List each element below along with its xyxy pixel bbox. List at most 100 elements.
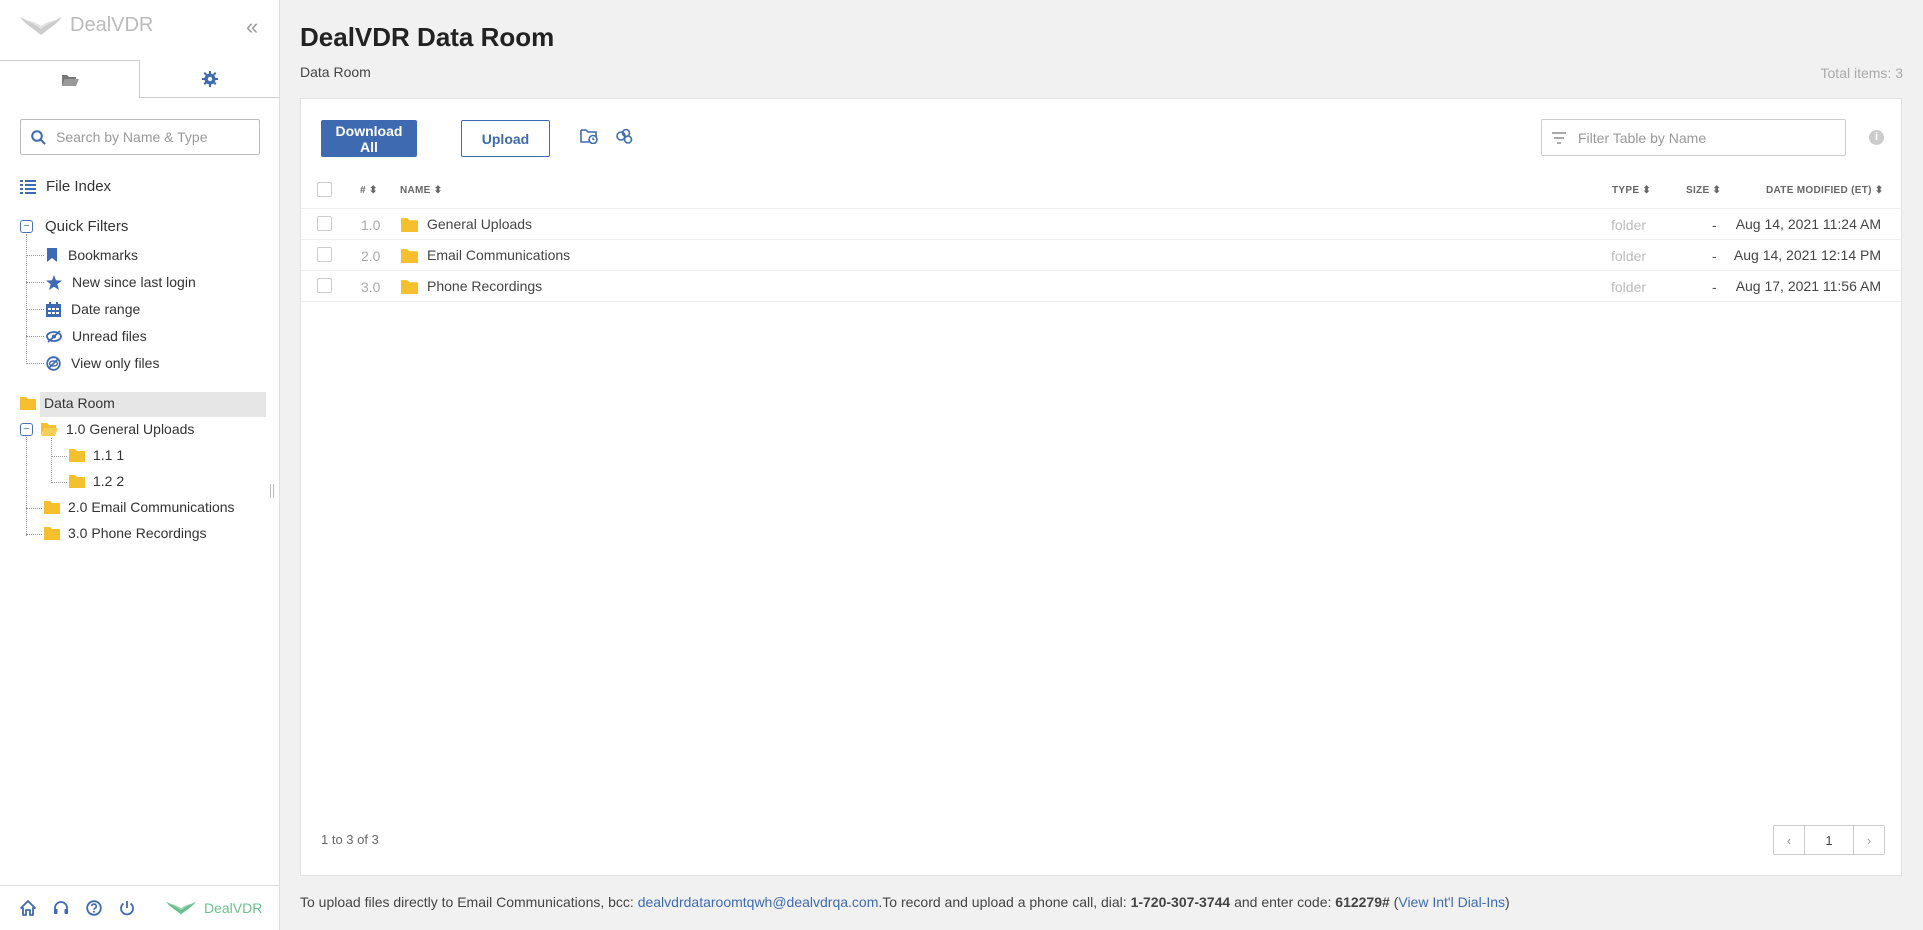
row-size: - (1712, 248, 1717, 264)
tree-item-phone-recordings[interactable]: 3.0 Phone Recordings (44, 525, 207, 541)
wings-logo-icon (166, 901, 196, 915)
headset-icon[interactable] (53, 900, 69, 916)
phone-number: 1-720-307-3744 (1130, 894, 1231, 910)
search-input[interactable] (54, 128, 244, 146)
pagination: ‹ 1 › (1773, 825, 1885, 855)
table-filter[interactable] (1541, 119, 1846, 156)
tree-item-email-communications[interactable]: 2.0 Email Communications (44, 499, 235, 515)
column-type[interactable]: TYPE ⬍ (1612, 185, 1651, 196)
row-number: 3.0 (361, 279, 381, 295)
tree-connector (26, 508, 42, 509)
sidebar-tabs (0, 60, 280, 98)
quick-filter-new-since-login[interactable]: New since last login (26, 271, 196, 293)
download-all-button[interactable]: Download All (321, 120, 417, 157)
filter-input[interactable] (1576, 128, 1836, 147)
tree-connector (51, 482, 67, 483)
share-link-icon[interactable] (615, 128, 633, 148)
folder-icon (44, 501, 60, 514)
note-text: .To record and upload a phone call, dial… (878, 894, 1131, 910)
filter-icon (1552, 131, 1566, 144)
table-row[interactable]: 2.0 Email Communications folder - Aug 14… (301, 240, 1901, 271)
column-label: DATE MODIFIED (ET) (1766, 185, 1872, 196)
row-number: 2.0 (361, 248, 381, 264)
bookmark-icon (47, 248, 57, 262)
sidebar-search[interactable] (20, 119, 260, 155)
gear-icon (202, 70, 218, 87)
quick-filter-view-only-files[interactable]: View only files (26, 352, 159, 374)
table-row[interactable]: 1.0 General Uploads folder - Aug 14, 202… (301, 209, 1901, 240)
folder-icon (401, 280, 418, 294)
sidebar-footer: DealVDR (0, 885, 280, 930)
eye-slash-icon (46, 329, 62, 343)
collapse-minus-icon[interactable]: − (20, 220, 33, 233)
folder-icon (69, 475, 85, 488)
tree-item-1-2[interactable]: 1.2 2 (69, 473, 124, 489)
upload-button[interactable]: Upload (461, 120, 550, 157)
quick-filter-unread-files[interactable]: Unread files (26, 325, 147, 347)
quick-filter-label: View only files (71, 355, 160, 371)
table-header: # ⬍ NAME ⬍ TYPE ⬍ SIZE ⬍ DATE MODIFIED (… (301, 171, 1901, 209)
quick-filter-bookmarks[interactable]: Bookmarks (26, 244, 138, 266)
tree-connector (26, 434, 27, 536)
row-name[interactable]: General Uploads (427, 216, 532, 232)
row-date: Aug 14, 2021 11:24 AM (1735, 216, 1881, 232)
prev-page-button[interactable]: ‹ (1774, 826, 1804, 854)
total-items: Total items: 3 (1820, 65, 1903, 81)
row-date: Aug 17, 2021 11:56 AM (1735, 278, 1881, 294)
column-size[interactable]: SIZE ⬍ (1686, 185, 1721, 196)
help-icon[interactable] (86, 900, 102, 916)
view-only-icon (46, 355, 61, 371)
tab-folders[interactable] (0, 60, 140, 98)
folder-icon (401, 218, 418, 232)
column-name[interactable]: NAME ⬍ (400, 185, 442, 196)
collapse-sidebar-icon[interactable]: « (246, 14, 258, 40)
row-size: - (1712, 279, 1717, 295)
quick-filter-date-range[interactable]: Date range (26, 298, 140, 320)
tree-item-data-room[interactable]: Data Room (20, 395, 115, 411)
row-type: folder (1611, 217, 1647, 233)
power-icon[interactable] (119, 900, 135, 916)
row-checkbox[interactable] (317, 216, 332, 231)
row-date: Aug 14, 2021 12:14 PM (1733, 247, 1881, 263)
file-table-card: Download All Upload i # ⬍ NAME ⬍ TYPE ⬍ … (300, 98, 1902, 876)
info-icon[interactable]: i (1869, 130, 1884, 145)
home-icon[interactable] (20, 900, 36, 916)
collapse-minus-icon[interactable]: − (20, 422, 33, 436)
row-name[interactable]: Phone Recordings (427, 278, 542, 294)
tree-item-1-1[interactable]: 1.1 1 (69, 447, 124, 463)
tree-connector (26, 534, 42, 535)
quick-filter-label: Date range (71, 301, 141, 317)
row-name[interactable]: Email Communications (427, 247, 570, 263)
file-index-link[interactable]: File Index (20, 178, 111, 195)
tree-item-label: 1.0 General Uploads (66, 421, 195, 437)
row-checkbox[interactable] (317, 247, 332, 262)
tab-settings[interactable] (140, 60, 280, 98)
folder-open-icon (41, 423, 58, 436)
quick-filters-label: Quick Filters (45, 218, 129, 235)
list-icon (20, 179, 36, 194)
search-icon (31, 129, 46, 145)
table-row[interactable]: 3.0 Phone Recordings folder - Aug 17, 20… (301, 271, 1901, 302)
footer-logo: DealVDR (166, 900, 262, 916)
folder-icon (20, 397, 36, 410)
new-folder-icon[interactable] (580, 128, 598, 148)
select-all-checkbox[interactable] (317, 182, 332, 197)
bcc-email-link[interactable]: dealvdrdataroomtqwh@dealvdrqa.com (638, 894, 879, 910)
breadcrumb[interactable]: Data Room (300, 64, 371, 80)
row-size: - (1712, 217, 1717, 233)
column-date-modified[interactable]: DATE MODIFIED (ET) ⬍ (1766, 185, 1884, 196)
sidebar-resize-handle[interactable] (270, 484, 274, 498)
intl-dial-ins-link[interactable]: View Int'l Dial-Ins (1398, 894, 1505, 910)
note-text: ) (1505, 894, 1510, 910)
page-number[interactable]: 1 (1804, 826, 1854, 854)
tree-item-general-uploads[interactable]: − 1.0 General Uploads (20, 421, 194, 437)
star-icon (46, 274, 62, 290)
column-num[interactable]: # ⬍ (360, 185, 378, 196)
tree-item-label: Data Room (44, 395, 115, 411)
folder-icon (44, 527, 60, 540)
next-page-button[interactable]: › (1854, 826, 1884, 854)
row-checkbox[interactable] (317, 278, 332, 293)
note-text: and enter code: (1230, 894, 1336, 910)
quick-filters-toggle[interactable]: − Quick Filters (20, 218, 128, 235)
tree-connector (51, 438, 52, 483)
